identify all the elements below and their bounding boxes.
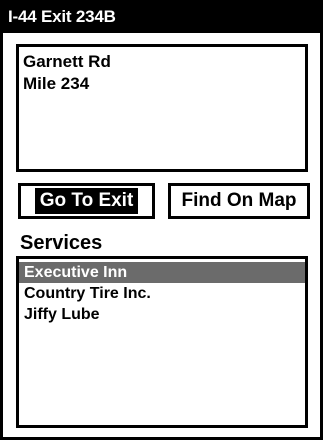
exit-info-box: Garnett Rd Mile 234 [16,44,308,172]
window-title: I-44 Exit 234B [3,0,320,33]
gps-screen: I-44 Exit 234B Garnett Rd Mile 234 Go To… [0,0,323,440]
service-item-executive-inn[interactable]: Executive Inn [19,262,305,283]
service-item-jiffy-lube[interactable]: Jiffy Lube [19,304,305,325]
go-to-exit-label: Go To Exit [34,188,139,214]
find-on-map-button[interactable]: Find On Map [168,183,310,219]
services-list[interactable]: Executive Inn Country Tire Inc. Jiffy Lu… [16,256,308,428]
services-heading: Services [20,232,103,254]
exit-mile-marker: Mile 234 [23,74,90,93]
exit-road-name: Garnett Rd [23,52,111,71]
go-to-exit-button[interactable]: Go To Exit [18,183,155,219]
service-item-country-tire[interactable]: Country Tire Inc. [19,283,305,304]
